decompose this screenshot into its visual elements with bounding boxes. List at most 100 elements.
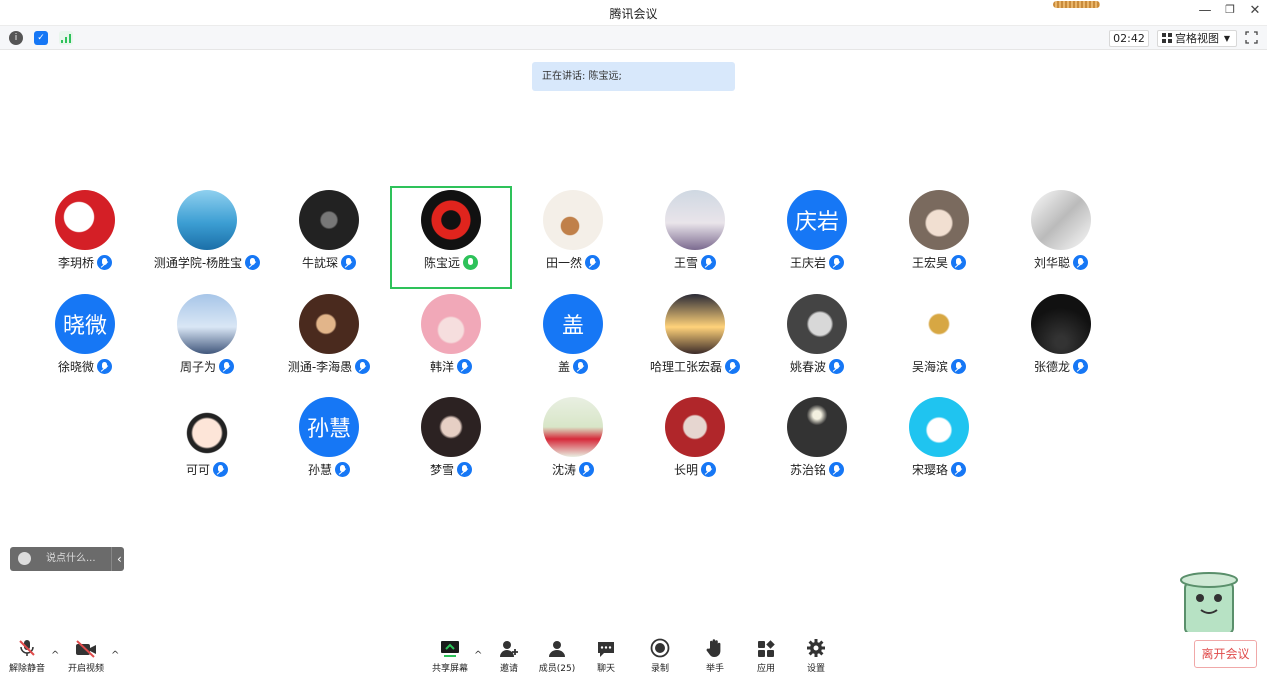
unmute-button[interactable]: 解除静音	[2, 636, 52, 674]
title-bar: 腾讯会议 — ❐ ✕	[0, 0, 1267, 26]
avatar[interactable]	[909, 190, 969, 250]
participant-tile[interactable]: 周子为	[146, 290, 268, 393]
chevron-up-icon[interactable]: ^	[111, 650, 119, 661]
avatar[interactable]	[665, 397, 725, 457]
share-screen-label: 共享屏幕	[431, 664, 468, 674]
members-icon	[532, 636, 582, 658]
avatar[interactable]	[299, 190, 359, 250]
participant-tile[interactable]: 晓微 徐晓微	[24, 290, 146, 393]
members-button[interactable]: 成员(25)	[532, 636, 582, 674]
participant-name: 刘华聪	[1033, 256, 1070, 270]
avatar[interactable]: 庆岩	[787, 190, 847, 250]
participant-tile[interactable]: 盖盖	[512, 290, 634, 393]
participant-tile[interactable]: 孙慧 孙慧	[268, 393, 390, 496]
participant-tile[interactable]: 王宏昊	[878, 186, 1000, 289]
participant-tile[interactable]: 哈理工张宏磊	[634, 290, 756, 393]
avatar[interactable]	[421, 397, 481, 457]
participant-name-row: 可可	[146, 461, 268, 478]
participant-tile[interactable]: 测通-李海愚	[268, 290, 390, 393]
avatar[interactable]	[177, 397, 237, 457]
chevron-up-icon[interactable]: ^	[51, 650, 59, 661]
avatar[interactable]	[787, 294, 847, 354]
participant-tile[interactable]: 刘华聪	[1000, 186, 1122, 289]
apps-button[interactable]: 应用	[741, 636, 791, 674]
chevron-up-icon[interactable]: ^	[474, 650, 482, 661]
participant-tile[interactable]: 梦雪	[390, 393, 512, 496]
participant-tile[interactable]: 张德龙	[1000, 290, 1122, 393]
raise-hand-button[interactable]: 举手	[690, 636, 740, 674]
avatar[interactable]: 孙慧	[299, 397, 359, 457]
mic-status-icon	[245, 255, 261, 270]
participant-tile[interactable]: 姚春波	[756, 290, 878, 393]
participant-name: 王庆岩	[789, 256, 826, 270]
participant-tile[interactable]: 田一然	[512, 186, 634, 289]
apps-icon	[741, 636, 791, 658]
start-video-button[interactable]: 开启视频	[61, 636, 111, 674]
close-icon[interactable]: ✕	[1246, 3, 1264, 18]
avatar[interactable]	[909, 397, 969, 457]
chevron-left-icon[interactable]: ‹	[117, 547, 122, 571]
view-mode-label: 宫格视图	[1175, 32, 1219, 45]
participant-name: 长明	[673, 463, 698, 477]
participant-tile[interactable]: 吴海滨	[878, 290, 1000, 393]
participant-tile[interactable]: 陈宝远	[390, 186, 512, 289]
shield-icon[interactable]: ✓	[34, 31, 48, 45]
participant-tile[interactable]: 王雪	[634, 186, 756, 289]
chat-quick-box[interactable]: 说点什么... ‹	[10, 547, 124, 571]
minimize-icon[interactable]: —	[1196, 3, 1214, 18]
avatar[interactable]	[543, 190, 603, 250]
fullscreen-icon[interactable]	[1245, 31, 1258, 44]
avatar[interactable]	[543, 397, 603, 457]
avatar[interactable]	[787, 397, 847, 457]
participant-tile[interactable]: 庆岩 王庆岩	[756, 186, 878, 289]
avatar[interactable]: 晓微	[55, 294, 115, 354]
mic-status-icon	[341, 255, 356, 270]
participant-tile[interactable]: 测通学院-杨胜宝	[146, 186, 268, 289]
participant-name-row: 刘华聪	[1000, 254, 1122, 271]
avatar[interactable]	[665, 190, 725, 250]
participant-tile[interactable]: 苏治铭	[756, 393, 878, 496]
invite-button[interactable]: 邀请	[484, 636, 534, 674]
participant-name: 李玥桥	[57, 256, 94, 270]
restore-icon[interactable]: ❐	[1221, 3, 1239, 16]
participant-tile[interactable]: 李玥桥	[24, 186, 146, 289]
speaking-indicator: 正在讲话: 陈宝远;	[532, 62, 735, 91]
chat-button[interactable]: 聊天	[581, 636, 631, 674]
gear-icon	[791, 636, 841, 658]
participant-name-row: 测通学院-杨胜宝	[146, 254, 268, 271]
participant-name: 王雪	[673, 256, 698, 270]
avatar[interactable]	[299, 294, 359, 354]
mic-status-icon	[829, 255, 844, 270]
participant-tile[interactable]: 宋璎珞	[878, 393, 1000, 496]
record-button[interactable]: 录制	[635, 636, 685, 674]
leave-meeting-button[interactable]: 离开会议	[1194, 640, 1257, 668]
avatar[interactable]	[55, 190, 115, 250]
participant-name-row: 韩洋	[390, 358, 512, 375]
avatar[interactable]	[1031, 190, 1091, 250]
participant-tile[interactable]: 沈涛	[512, 393, 634, 496]
avatar[interactable]	[909, 294, 969, 354]
record-icon	[635, 636, 685, 658]
avatar[interactable]	[665, 294, 725, 354]
avatar[interactable]	[421, 294, 481, 354]
avatar[interactable]	[1031, 294, 1091, 354]
participant-name: 沈涛	[551, 463, 576, 477]
participant-tile[interactable]: 牛訦琛	[268, 186, 390, 289]
mic-status-icon	[213, 462, 228, 477]
chat-placeholder[interactable]: 说点什么...	[46, 547, 96, 571]
info-icon[interactable]: i	[9, 31, 23, 45]
avatar[interactable]	[177, 190, 237, 250]
participant-tile[interactable]: 可可	[146, 393, 268, 496]
share-screen-button[interactable]: 共享屏幕	[425, 636, 475, 674]
avatar[interactable]: 盖	[543, 294, 603, 354]
participant-tile[interactable]: 韩洋	[390, 290, 512, 393]
participant-tile[interactable]: 长明	[634, 393, 756, 496]
view-mode-button[interactable]: 宫格视图 ▼	[1157, 30, 1237, 47]
signal-icon[interactable]	[59, 31, 73, 45]
participant-name-row: 牛訦琛	[268, 254, 390, 271]
emoji-icon[interactable]	[18, 552, 31, 565]
settings-button[interactable]: 设置	[791, 636, 841, 674]
share-screen-icon	[425, 636, 475, 658]
avatar[interactable]	[177, 294, 237, 354]
avatar[interactable]	[421, 190, 481, 250]
